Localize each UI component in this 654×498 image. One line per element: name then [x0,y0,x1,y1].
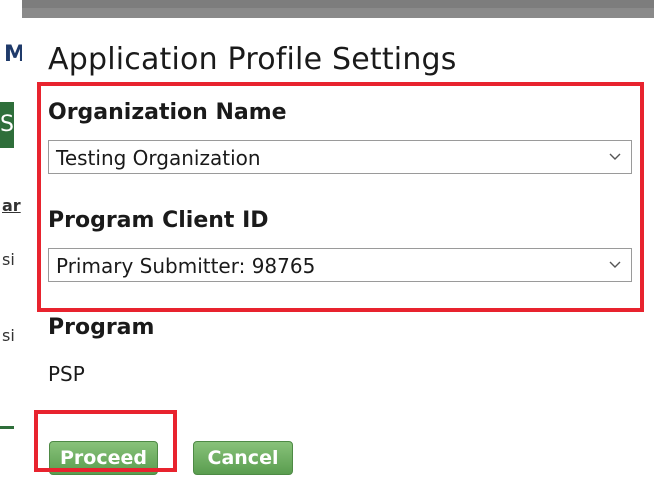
program-label: Program [48,315,155,340]
program-client-id-label: Program Client ID [48,208,269,233]
background-green-bar: So [0,102,14,148]
organization-name-select[interactable]: Testing Organization [48,140,632,174]
chevron-down-icon [609,261,621,268]
cancel-button[interactable]: Cancel [193,441,293,475]
background-text-fragment: si [2,250,15,269]
proceed-button[interactable]: Proceed [49,441,158,475]
organization-name-value: Testing Organization [56,146,261,170]
application-profile-dialog: Application Profile Settings Organizatio… [22,18,654,498]
background-page: M So ar si si [0,0,26,498]
program-value: PSP [48,362,85,386]
program-client-id-select[interactable]: Primary Submitter: 98765 [48,248,632,282]
background-overlay-top [0,0,654,8]
background-green-text: So [0,112,14,137]
background-divider [0,426,14,429]
dialog-title: Application Profile Settings [48,42,457,77]
organization-name-label: Organization Name [48,100,287,125]
program-client-id-value: Primary Submitter: 98765 [56,254,316,278]
background-text-fragment: si [2,326,15,345]
background-link-fragment: ar [2,196,21,215]
chevron-down-icon [609,153,621,160]
